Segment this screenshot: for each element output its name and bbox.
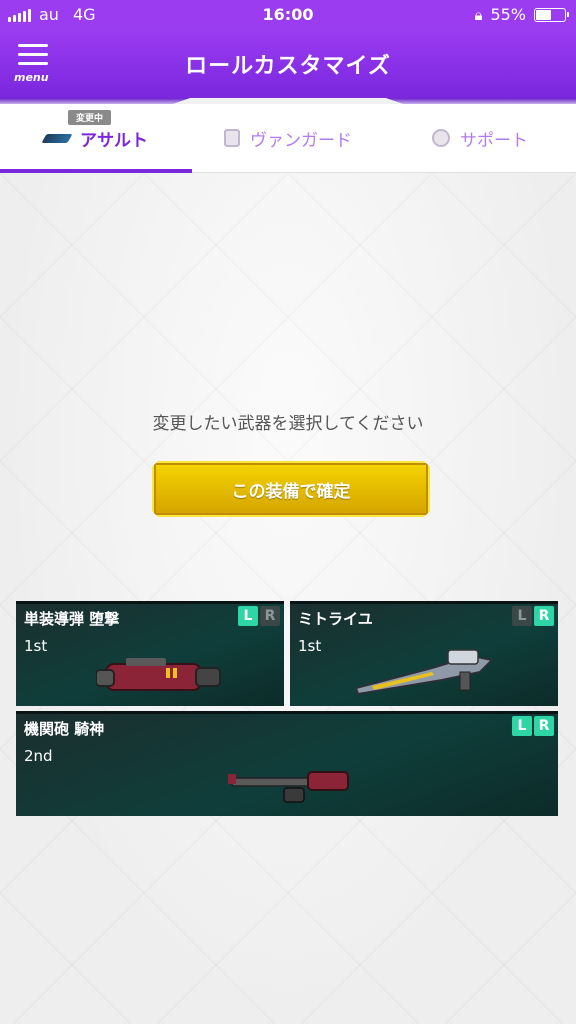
rotation-lock-icon: 🔒︎ — [474, 5, 483, 24]
weapon-card-1[interactable]: 単装導弾 堕撃 1st L R — [16, 601, 284, 706]
left-hand-badge: L — [512, 606, 532, 626]
hamburger-icon — [18, 44, 48, 47]
left-hand-badge: L — [238, 606, 258, 626]
rocket-launcher-icon — [96, 658, 221, 691]
right-hand-badge: R — [534, 606, 554, 626]
tab-assault[interactable]: 変更中 アサルト — [0, 104, 192, 172]
rifle-icon — [354, 649, 495, 696]
app-header: menu ロールカスタマイズ — [0, 30, 576, 98]
main-content: 変更したい武器を選択してください この装備で確定 単装導弾 堕撃 1st L R… — [0, 173, 576, 1024]
weapon-rank: 2nd — [24, 747, 53, 765]
tab-support[interactable]: サポート — [384, 104, 576, 172]
weapon-rank: 1st — [298, 637, 322, 655]
tab-vanguard[interactable]: ヴァンガード — [192, 104, 384, 172]
support-icon — [432, 129, 450, 147]
tab-vanguard-label: ヴァンガード — [250, 130, 352, 151]
weapon-card-2[interactable]: ミトライユ 1st L R — [290, 601, 558, 706]
weapon-rank: 1st — [24, 637, 48, 655]
weapon-name: ミトライユ — [298, 610, 373, 628]
weapon-name: 単装導弾 堕撃 — [24, 610, 120, 628]
status-bar: au 4G 16:00 🔒︎ 55% — [0, 0, 576, 30]
left-hand-badge: L — [512, 716, 532, 736]
lr-indicator: L R — [238, 606, 280, 626]
weapon-card-3[interactable]: 機関砲 騎神 2nd L R — [16, 711, 558, 816]
lr-indicator: L R — [512, 716, 554, 736]
weapon-name: 機関砲 騎神 — [24, 720, 105, 738]
battery-percent: 55% — [490, 5, 526, 24]
role-tabs: 変更中 アサルト ヴァンガード サポート — [0, 104, 576, 173]
right-hand-badge: R — [534, 716, 554, 736]
lr-indicator: L R — [512, 606, 554, 626]
machine-cannon-icon — [228, 771, 349, 803]
confirm-equipment-button[interactable]: この装備で確定 — [152, 461, 430, 517]
right-hand-badge: R — [260, 606, 280, 626]
page-title: ロールカスタマイズ — [185, 54, 391, 79]
battery-icon — [534, 7, 569, 22]
tab-support-label: サポート — [460, 130, 528, 151]
select-weapon-prompt: 変更したい武器を選択してください — [152, 414, 424, 434]
vanguard-icon — [224, 129, 240, 147]
tab-assault-label: アサルト — [80, 130, 148, 151]
changing-badge: 変更中 — [68, 110, 112, 125]
assault-icon — [41, 133, 73, 143]
